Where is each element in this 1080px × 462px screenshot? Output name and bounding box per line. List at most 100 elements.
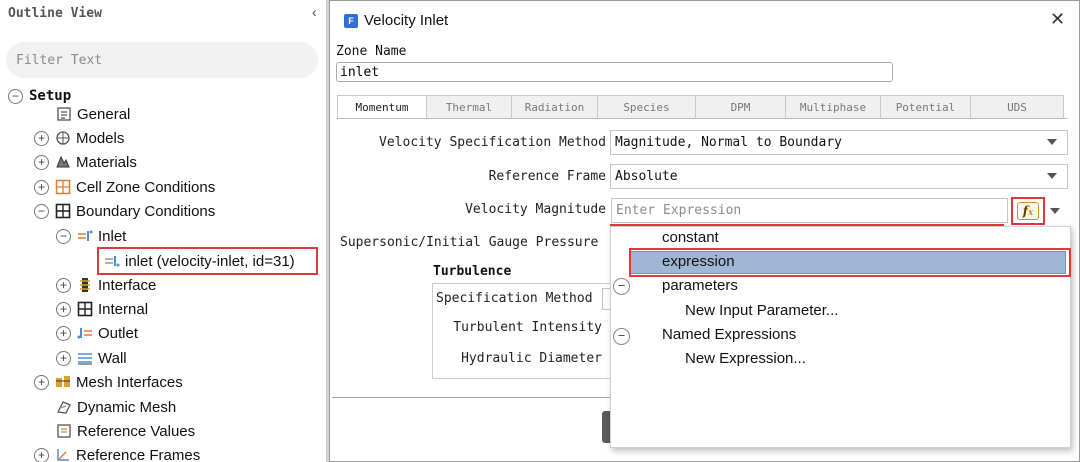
inlet-zone-highlight-box [97,247,318,275]
tab-multiphase[interactable]: Multiphase [785,95,881,119]
expand-expander-icon[interactable]: + [34,374,49,390]
turbulence-section-title: Turbulence [433,264,512,279]
expression-popup-menu: constant expression − parameters New Inp… [610,226,1071,448]
tree-item-cell-zone-conditions[interactable]: + Cell Zone Conditions [34,175,215,199]
tree-item-internal[interactable]: + Internal [56,297,148,321]
tree-item-label: Mesh Interfaces [76,373,183,391]
tree-item-label: Outlet [98,324,139,342]
reference-frame-dropdown[interactable]: Absolute [610,164,1068,189]
mesh-interfaces-icon [55,374,71,390]
outline-view-title: Outline View [8,6,102,21]
menu-item-new-input-parameter[interactable]: New Input Parameter... [685,302,838,319]
tab-radiation[interactable]: Radiation [511,95,598,119]
tree-item-boundary-conditions[interactable]: − Boundary Conditions [34,199,215,223]
turbulence-spec-method-label: Specification Method [436,291,593,306]
velocity-spec-method-label: Velocity Specification Method [379,135,606,150]
expression-function-button[interactable]: fx [1011,197,1045,225]
wall-icon [77,350,93,366]
menu-item-parameters[interactable]: parameters [662,277,738,294]
expand-expander-icon[interactable]: + [34,179,49,195]
outlet-icon [77,325,93,341]
boundary-icon [55,203,71,219]
tree-item-label: Internal [98,300,149,318]
menu-item-expression[interactable]: expression [662,253,735,270]
tab-dpm[interactable]: DPM [695,95,786,119]
tab-species[interactable]: Species [597,95,696,119]
tab-momentum[interactable]: Momentum [337,95,427,119]
collapse-panel-icon[interactable]: ‹ [312,4,317,20]
fx-icon: fx [1017,202,1039,220]
expand-expander-icon[interactable]: + [56,277,71,293]
tree-item-label: Wall [98,349,127,367]
expand-expander-icon[interactable]: + [56,325,71,341]
tab-content-divider [337,118,1067,119]
tree-item-label: Interface [98,276,157,294]
tree-item-label: General [77,105,131,123]
tree-item-reference-frames[interactable]: + Reference Frames [34,443,200,462]
collapse-expander-icon[interactable]: − [613,278,630,295]
tree-item-wall[interactable]: + Wall [56,346,127,370]
reference-frames-icon [55,447,71,462]
tree-item-dynamic-mesh[interactable]: Dynamic Mesh [56,395,176,419]
collapse-expander-icon[interactable]: − [56,228,71,244]
tree-item-general[interactable]: General [56,102,130,126]
tab-thermal[interactable]: Thermal [426,95,512,119]
expand-expander-icon[interactable]: + [34,130,49,146]
tree-item-label: Materials [76,153,137,171]
internal-icon [77,301,93,317]
tree-item-reference-values[interactable]: Reference Values [56,419,195,443]
tree-item-label: Reference Values [77,422,196,440]
tree-item-label: Cell Zone Conditions [76,178,216,196]
tree-item-models[interactable]: + Models [34,126,124,150]
collapse-expander-icon[interactable]: − [34,203,49,219]
tree-item-label: Reference Frames [76,446,201,462]
expand-expander-icon[interactable]: + [56,350,71,366]
velocity-magnitude-expression-input[interactable] [611,198,1008,223]
tab-uds[interactable]: UDS [970,95,1064,119]
chevron-down-icon [1047,173,1057,179]
collapse-expander-icon[interactable]: − [613,328,630,345]
collapse-expander-icon[interactable]: − [8,88,23,104]
bottom-divider [332,397,612,398]
menu-item-named-expressions[interactable]: Named Expressions [662,326,796,343]
expand-expander-icon[interactable]: + [34,447,49,462]
dialog-titlebar: F Velocity Inlet ✕ [330,1,1079,39]
velocity-spec-method-value: Magnitude, Normal to Boundary [615,135,842,150]
menu-item-new-expression[interactable]: New Expression... [685,350,806,367]
menu-item-constant[interactable]: constant [662,229,719,246]
velocity-magnitude-label: Velocity Magnitude [465,202,606,217]
filter-text-input[interactable] [6,42,318,78]
tab-potential[interactable]: Potential [880,95,971,119]
tree-item-label: Boundary Conditions [76,202,216,220]
chevron-down-icon[interactable] [1050,208,1060,214]
tree-item-label: Dynamic Mesh [77,398,177,416]
zone-name-field[interactable] [336,62,893,82]
reference-frame-label: Reference Frame [488,169,606,184]
velocity-spec-method-dropdown[interactable]: Magnitude, Normal to Boundary [610,130,1068,155]
turbulent-intensity-label: Turbulent Intensity [453,320,602,335]
general-icon [56,106,72,122]
reference-frame-value: Absolute [615,169,678,184]
zone-name-label: Zone Name [336,44,407,59]
close-icon[interactable]: ✕ [1050,9,1065,30]
hydraulic-diameter-label: Hydraulic Diameter [461,351,602,366]
expand-expander-icon[interactable]: + [34,154,49,170]
inlet-icon [77,228,93,244]
interface-icon [77,277,93,293]
chevron-down-icon [1047,139,1057,145]
tree-item-outlet[interactable]: + Outlet [56,321,138,345]
dialog-tabs: Momentum Thermal Radiation Species DPM M… [337,95,1067,119]
materials-icon [55,154,71,170]
expand-expander-icon[interactable]: + [56,301,71,317]
models-icon [55,130,71,146]
dialog-title: Velocity Inlet [364,12,449,29]
tree-item-inlet[interactable]: − Inlet [56,224,126,248]
tree-item-interface[interactable]: + Interface [56,273,156,297]
fluent-app-icon: F [344,14,358,28]
tree-item-materials[interactable]: + Materials [34,150,137,174]
tree-item-mesh-interfaces[interactable]: + Mesh Interfaces [34,370,183,394]
supersonic-gauge-pressure-label: Supersonic/Initial Gauge Pressure [340,235,599,250]
tree-item-label: Inlet [98,227,127,245]
cell-zone-icon [55,179,71,195]
tree-item-label: Models [76,129,125,147]
